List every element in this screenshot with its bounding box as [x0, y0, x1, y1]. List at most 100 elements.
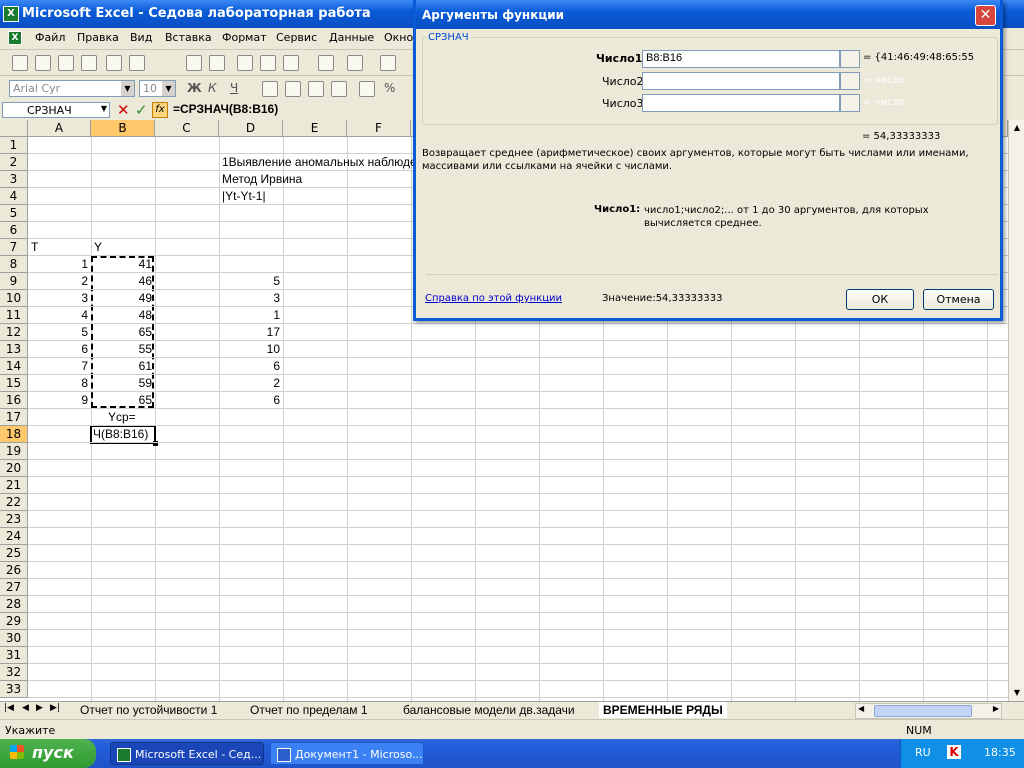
cell-a10[interactable]: 3 — [28, 290, 88, 307]
print-icon[interactable] — [106, 55, 122, 71]
column-header-b[interactable]: B — [91, 120, 155, 137]
format-painter-icon[interactable] — [318, 55, 334, 71]
sheet-tab-balance[interactable]: балансовые модели дв.задачи — [403, 702, 575, 718]
column-header-e[interactable]: E — [283, 120, 347, 137]
undo-icon[interactable] — [347, 55, 363, 71]
scroll-left-icon[interactable]: ◀ — [858, 704, 864, 713]
row-header[interactable]: 30 — [0, 630, 28, 647]
row-header[interactable]: 6 — [0, 222, 28, 239]
row-header[interactable]: 5 — [0, 205, 28, 222]
prev-sheet-icon[interactable]: ◀ — [22, 703, 29, 713]
cell-b13[interactable]: 55 — [91, 341, 152, 358]
row-header[interactable]: 32 — [0, 664, 28, 681]
scroll-down-icon[interactable]: ▼ — [1010, 685, 1024, 700]
menu-data[interactable]: Данные — [329, 31, 374, 44]
row-header[interactable]: 24 — [0, 528, 28, 545]
column-header-d[interactable]: D — [219, 120, 283, 137]
task-word[interactable]: Документ1 - Microso... — [270, 742, 424, 765]
print-preview-icon[interactable] — [129, 55, 145, 71]
cell-b16[interactable]: 65 — [91, 392, 152, 409]
cell-b8[interactable]: 41 — [91, 256, 152, 273]
first-sheet-icon[interactable]: |◀ — [4, 703, 14, 713]
italic-icon[interactable]: К — [208, 81, 217, 95]
language-indicator[interactable]: RU — [915, 746, 931, 759]
cancel-button[interactable]: Отмена — [923, 289, 994, 310]
cell-d10[interactable]: 3 — [219, 290, 280, 307]
row-header[interactable]: 16 — [0, 392, 28, 409]
row-header[interactable]: 31 — [0, 647, 28, 664]
row-header[interactable]: 17 — [0, 409, 28, 426]
cell-a9[interactable]: 2 — [28, 273, 88, 290]
chevron-down-icon[interactable]: ▼ — [121, 81, 134, 96]
next-sheet-icon[interactable]: ▶ — [36, 703, 43, 713]
excel-app-icon[interactable]: X — [3, 6, 19, 22]
row-header[interactable]: 14 — [0, 358, 28, 375]
cell-d2[interactable]: 1Выявление аномальных наблюдений — [222, 154, 437, 171]
copy-icon[interactable] — [260, 55, 276, 71]
align-center-icon[interactable] — [285, 81, 301, 97]
save-icon[interactable] — [58, 55, 74, 71]
row-header[interactable]: 9 — [0, 273, 28, 290]
collapse-dialog-icon[interactable] — [840, 50, 860, 68]
cell-b17[interactable]: Yср= — [108, 409, 136, 426]
row-header[interactable]: 2 — [0, 154, 28, 171]
font-name-combo[interactable]: Arial Cyr ▼ — [9, 80, 135, 97]
dialog-title-bar[interactable]: Аргументы функции ✕ — [416, 0, 1000, 29]
bold-icon[interactable]: Ж — [187, 81, 202, 95]
cell-b11[interactable]: 48 — [91, 307, 152, 324]
merge-center-icon[interactable] — [331, 81, 347, 97]
cell-a14[interactable]: 7 — [28, 358, 88, 375]
paste-icon[interactable] — [283, 55, 299, 71]
research-icon[interactable] — [209, 55, 225, 71]
column-header-f[interactable]: F — [347, 120, 411, 137]
ok-button[interactable]: ОК — [846, 289, 914, 310]
row-header[interactable]: 15 — [0, 375, 28, 392]
close-icon[interactable]: ✕ — [975, 5, 996, 26]
row-header[interactable]: 10 — [0, 290, 28, 307]
cell-a7[interactable]: T — [31, 239, 38, 256]
cell-d16[interactable]: 6 — [219, 392, 280, 409]
insert-function-icon[interactable]: fx — [152, 102, 168, 118]
horizontal-scrollbar[interactable]: ◀ ▶ — [855, 703, 1002, 719]
cancel-formula-icon[interactable]: ✕ — [117, 101, 130, 119]
row-header[interactable]: 22 — [0, 494, 28, 511]
document-icon[interactable]: X — [8, 31, 22, 45]
select-all-corner[interactable] — [0, 120, 28, 137]
cell-d4[interactable]: |Yt-Yt-1| — [222, 188, 266, 205]
arg1-input[interactable]: B8:B16 — [642, 50, 840, 68]
start-button[interactable]: пуск — [0, 739, 96, 768]
help-link[interactable]: Справка по этой функции — [425, 293, 562, 304]
column-header-a[interactable]: A — [28, 120, 91, 137]
row-header[interactable]: 4 — [0, 188, 28, 205]
cell-d15[interactable]: 2 — [219, 375, 280, 392]
row-header[interactable]: 13 — [0, 341, 28, 358]
row-header[interactable]: 1 — [0, 137, 28, 154]
align-left-icon[interactable] — [262, 81, 278, 97]
menu-window[interactable]: Окно — [384, 31, 413, 44]
cell-a11[interactable]: 4 — [28, 307, 88, 324]
sheet-tab-stability[interactable]: Отчет по устойчивости 1 — [80, 702, 217, 718]
row-header[interactable]: 21 — [0, 477, 28, 494]
chevron-down-icon[interactable]: ▼ — [101, 104, 107, 113]
name-box[interactable]: СРЗНАЧ ▼ — [2, 102, 110, 118]
row-header[interactable]: 3 — [0, 171, 28, 188]
menu-insert[interactable]: Вставка — [165, 31, 212, 44]
collapse-dialog-icon[interactable] — [840, 72, 860, 90]
row-header[interactable]: 33 — [0, 681, 28, 698]
cell-b10[interactable]: 49 — [91, 290, 152, 307]
row-header[interactable]: 19 — [0, 443, 28, 460]
cell-d11[interactable]: 1 — [219, 307, 280, 324]
new-icon[interactable] — [12, 55, 28, 71]
row-header[interactable]: 23 — [0, 511, 28, 528]
row-header[interactable]: 8 — [0, 256, 28, 273]
cell-b9[interactable]: 46 — [91, 273, 152, 290]
cell-d9[interactable]: 5 — [219, 273, 280, 290]
last-sheet-icon[interactable]: ▶| — [50, 703, 60, 713]
cell-a13[interactable]: 6 — [28, 341, 88, 358]
align-right-icon[interactable] — [308, 81, 324, 97]
enter-formula-icon[interactable]: ✓ — [135, 101, 148, 119]
collapse-dialog-icon[interactable] — [840, 94, 860, 112]
arg2-input[interactable] — [642, 72, 840, 90]
task-excel[interactable]: Microsoft Excel - Сед... — [110, 742, 264, 765]
row-header[interactable]: 26 — [0, 562, 28, 579]
